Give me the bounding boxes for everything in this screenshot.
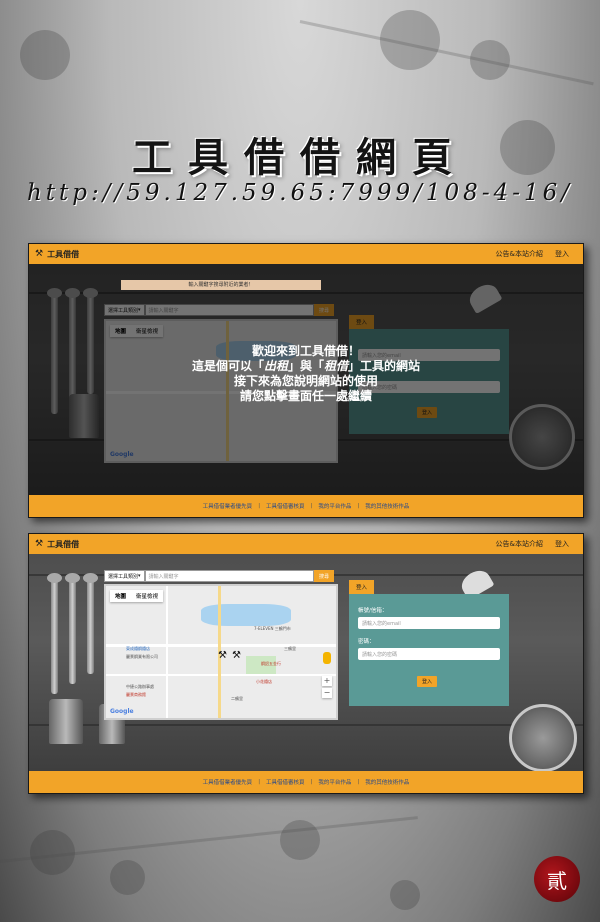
- footer-link[interactable]: 我的其他技術作品: [365, 502, 409, 510]
- screenshot-main: ⚒ 工具借借 公告&本站介紹 登入 選擇工具類別 ▾ 請輸入關鍵字 搜尋 地圖 衛星…: [28, 533, 584, 794]
- password-label: 密碼：: [358, 639, 375, 645]
- map-water: [201, 604, 291, 626]
- footer-link[interactable]: 工具借借業者優先頁: [203, 502, 253, 510]
- account-label: 帳號/信箱：: [358, 608, 388, 614]
- category-select[interactable]: 選擇工具類別▾: [104, 570, 145, 582]
- tools-icon: ⚒: [35, 249, 44, 259]
- tools-map-marker[interactable]: ⚒: [218, 650, 227, 661]
- navbar: ⚒ 工具借借 公告&本站介紹 登入: [29, 534, 583, 554]
- search-button[interactable]: 搜尋: [313, 570, 334, 582]
- map-road: [166, 586, 168, 718]
- map-label: 麗景商務館: [126, 692, 146, 697]
- nav-login[interactable]: 登入: [555, 539, 569, 549]
- page-title: 工具借借網頁: [132, 134, 468, 181]
- footer-link[interactable]: 我的其他技術作品: [365, 778, 409, 786]
- zoom-out-button[interactable]: −: [322, 688, 332, 698]
- zoom-in-button[interactable]: +: [322, 676, 332, 686]
- wrench: [47, 573, 62, 694]
- footer-link[interactable]: 工具借借審核頁: [266, 778, 305, 786]
- background-blossom: [20, 30, 70, 80]
- nav-login[interactable]: 登入: [555, 249, 569, 259]
- fan: [509, 704, 577, 772]
- workshop-background: 選擇工具類別 ▾ 請輸入關鍵字 搜尋 地圖 衛星檢視 7-ELEVEN 三鶴門市 東…: [29, 554, 583, 772]
- overlay-banner: 輸入關鍵字搜尋附近的業者！: [121, 280, 321, 290]
- tab-satellite[interactable]: 衛星檢視: [131, 590, 163, 602]
- background-blossom: [390, 880, 420, 910]
- password-field[interactable]: 請輸入您的密碼: [358, 648, 500, 660]
- screenshot-welcome: ⚒ 工具借借 公告&本站介紹 登入 選擇工具類別▾ 請輸入關鍵字 搜尋 地圖衛星…: [28, 243, 584, 518]
- footer-link[interactable]: 工具借借業者優先頁: [203, 778, 253, 786]
- brand-logo[interactable]: ⚒ 工具借借: [35, 539, 79, 550]
- footer-link[interactable]: 我的平台作品: [318, 502, 351, 510]
- footer-link[interactable]: 我的平台作品: [318, 778, 351, 786]
- tools-map-marker[interactable]: ⚒: [232, 650, 241, 661]
- search-bar: 選擇工具類別▾ 請輸入關鍵字 搜尋: [104, 570, 334, 582]
- street-view-pegman[interactable]: [323, 652, 331, 664]
- oil-can: [49, 699, 83, 744]
- brand-name: 工具借借: [47, 539, 80, 549]
- welcome-line: 歡迎來到工具借借！: [251, 344, 360, 358]
- footer-link[interactable]: 工具借借審核頁: [266, 502, 305, 510]
- background-branch: [299, 20, 594, 86]
- google-logo: Google: [110, 708, 134, 715]
- tab-map[interactable]: 地圖: [110, 590, 131, 602]
- welcome-line: 請您點擊畫面任一處繼續: [239, 389, 372, 403]
- welcome-overlay[interactable]: 輸入關鍵字搜尋附近的業者！ 歡迎來到工具借借！ 這是個可以「出租」與「租借」工具…: [29, 264, 583, 495]
- login-button[interactable]: 登入: [417, 676, 437, 687]
- map-label: 東成鐵鋼鐵店: [126, 646, 150, 651]
- welcome-line: 接下來為您說明網站的使用: [233, 374, 378, 388]
- footer: 工具借借業者優先頁 | 工具借借審核頁 | 我的平台作品 | 我的其他技術作品: [29, 771, 583, 793]
- map-label: 中捷公路辦事處: [126, 684, 154, 689]
- map-label: 三鶴里: [284, 646, 296, 651]
- email-field[interactable]: 請輸入您的email: [358, 617, 500, 629]
- wrench: [83, 573, 98, 674]
- footer: 工具借借業者優先頁 | 工具借借審核頁 | 我的平台作品 | 我的其他技術作品: [29, 495, 583, 517]
- nav-about[interactable]: 公告&本站介紹: [496, 539, 543, 549]
- map-label: 小花鐵店: [256, 679, 272, 684]
- map-label: 麗景鋼業有限公司: [126, 654, 158, 659]
- navbar: ⚒ 工具借借 公告&本站介紹 登入: [29, 244, 583, 264]
- page-url: http://59.127.59.65:7999/108-4-16/: [26, 180, 574, 206]
- search-input[interactable]: 請輸入關鍵字: [144, 570, 314, 582]
- map-view[interactable]: 地圖 衛星檢視 7-ELEVEN 三鶴門市 東成鐵鋼鐵店 麗景鋼業有限公司 中捷公…: [104, 584, 338, 720]
- nav-about[interactable]: 公告&本站介紹: [496, 249, 543, 259]
- login-tab[interactable]: 登入: [349, 580, 375, 594]
- tools-icon: ⚒: [35, 539, 44, 549]
- map-label: 鋼鋁五金行: [261, 661, 281, 666]
- brand-logo[interactable]: ⚒ 工具借借: [35, 249, 79, 260]
- wrench: [65, 573, 80, 684]
- welcome-line: 這是個可以「出租」與「租借」工具的網站: [191, 359, 421, 373]
- map-label: 二鶴里: [231, 696, 243, 701]
- login-panel: 登入 帳號/信箱： 請輸入您的email 密碼： 請輸入您的密碼 登入: [349, 580, 509, 706]
- map-label: 7-ELEVEN 三鶴門市: [254, 626, 291, 631]
- seal-stamp: 貳: [534, 856, 580, 902]
- welcome-message: 歡迎來到工具借借！ 這是個可以「出租」與「租借」工具的網站 接下來為您說明網站的…: [29, 344, 583, 404]
- map-road: [106, 674, 336, 676]
- background-blossom: [110, 860, 145, 895]
- brand-name: 工具借借: [47, 249, 80, 259]
